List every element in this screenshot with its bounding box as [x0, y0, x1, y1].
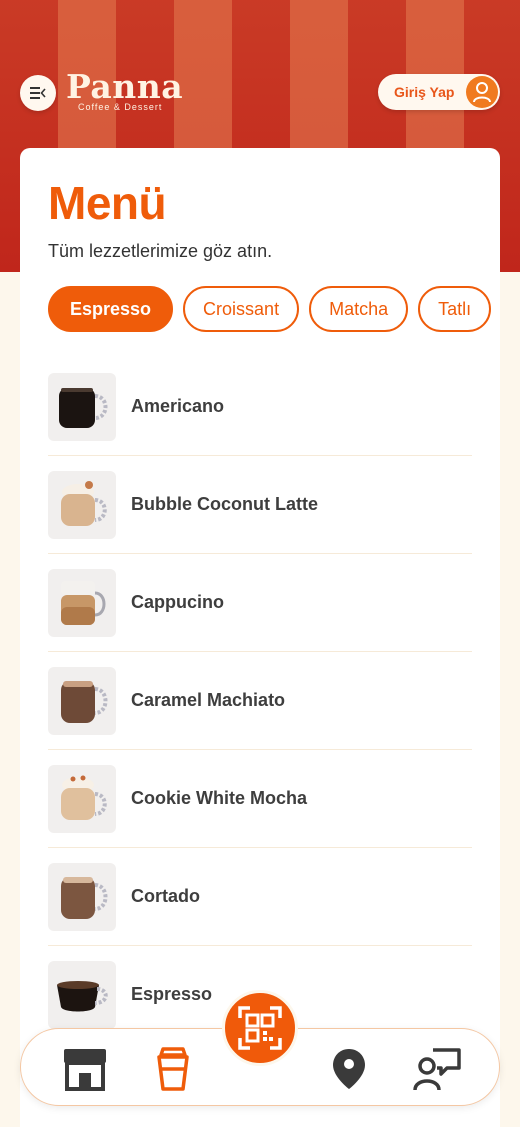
- latte-cup-icon: [48, 470, 116, 539]
- login-label: Giriş Yap: [394, 84, 455, 100]
- list-item[interactable]: Bubble Coconut Latte: [48, 456, 472, 554]
- category-tab-tatli[interactable]: Tatlı: [418, 286, 492, 332]
- nav-location-button[interactable]: [323, 1043, 375, 1095]
- espresso-cup-icon: [48, 960, 116, 1029]
- mocha-cup-icon: [48, 764, 116, 833]
- black-coffee-cup-icon: [48, 372, 116, 441]
- category-tab-espresso[interactable]: Espresso: [48, 286, 174, 332]
- list-item[interactable]: Cappucino: [48, 554, 472, 652]
- item-name: Americano: [131, 396, 225, 416]
- page-subtitle: Tüm lezzetlerimize göz atın.: [48, 241, 273, 261]
- item-name: Caramel Machiato: [131, 690, 286, 710]
- page-title: Menü: [48, 177, 167, 229]
- item-name: Cookie White Mocha: [131, 788, 308, 808]
- cortado-cup-icon: [48, 862, 116, 931]
- category-tab-matcha[interactable]: Matcha: [309, 286, 409, 332]
- support-chat-icon: [413, 1048, 461, 1091]
- location-pin-icon: [333, 1049, 365, 1089]
- menu-list: Americano Bubble Coconut Latte Cappucino…: [48, 358, 472, 1044]
- list-item[interactable]: Cortado: [48, 848, 472, 946]
- menu-card: Menü Tüm lezzetlerimize göz atın. Espres…: [20, 148, 500, 1127]
- drink-cup-icon: [157, 1047, 189, 1091]
- qr-code-icon: [238, 1006, 282, 1050]
- list-item[interactable]: Caramel Machiato: [48, 652, 472, 750]
- user-icon: [466, 76, 498, 108]
- nav-menu-button[interactable]: [147, 1043, 199, 1095]
- nav-store-button[interactable]: [59, 1043, 111, 1095]
- list-item[interactable]: Americano: [48, 358, 472, 456]
- cappuccino-glass-icon: [48, 568, 116, 637]
- menu-toggle-button[interactable]: [20, 75, 56, 111]
- item-name: Cortado: [131, 886, 200, 906]
- qr-scan-button[interactable]: [222, 990, 298, 1066]
- brand-name: Panna: [66, 67, 184, 106]
- brand-logo[interactable]: Panna Coffee & Dessert: [66, 67, 184, 113]
- item-name: Espresso: [131, 984, 213, 1004]
- item-name: Cappucino: [131, 592, 224, 612]
- nav-support-button[interactable]: [411, 1043, 463, 1095]
- caramel-cup-icon: [48, 666, 116, 735]
- store-icon: [64, 1049, 106, 1091]
- login-button[interactable]: Giriş Yap: [378, 74, 500, 110]
- item-name: Bubble Coconut Latte: [131, 494, 318, 514]
- list-item[interactable]: Cookie White Mocha: [48, 750, 472, 848]
- category-tabs: Espresso Croissant Matcha Tatlı: [48, 286, 500, 332]
- category-tab-croissant[interactable]: Croissant: [183, 286, 300, 332]
- menu-toggle-icon: [30, 87, 46, 99]
